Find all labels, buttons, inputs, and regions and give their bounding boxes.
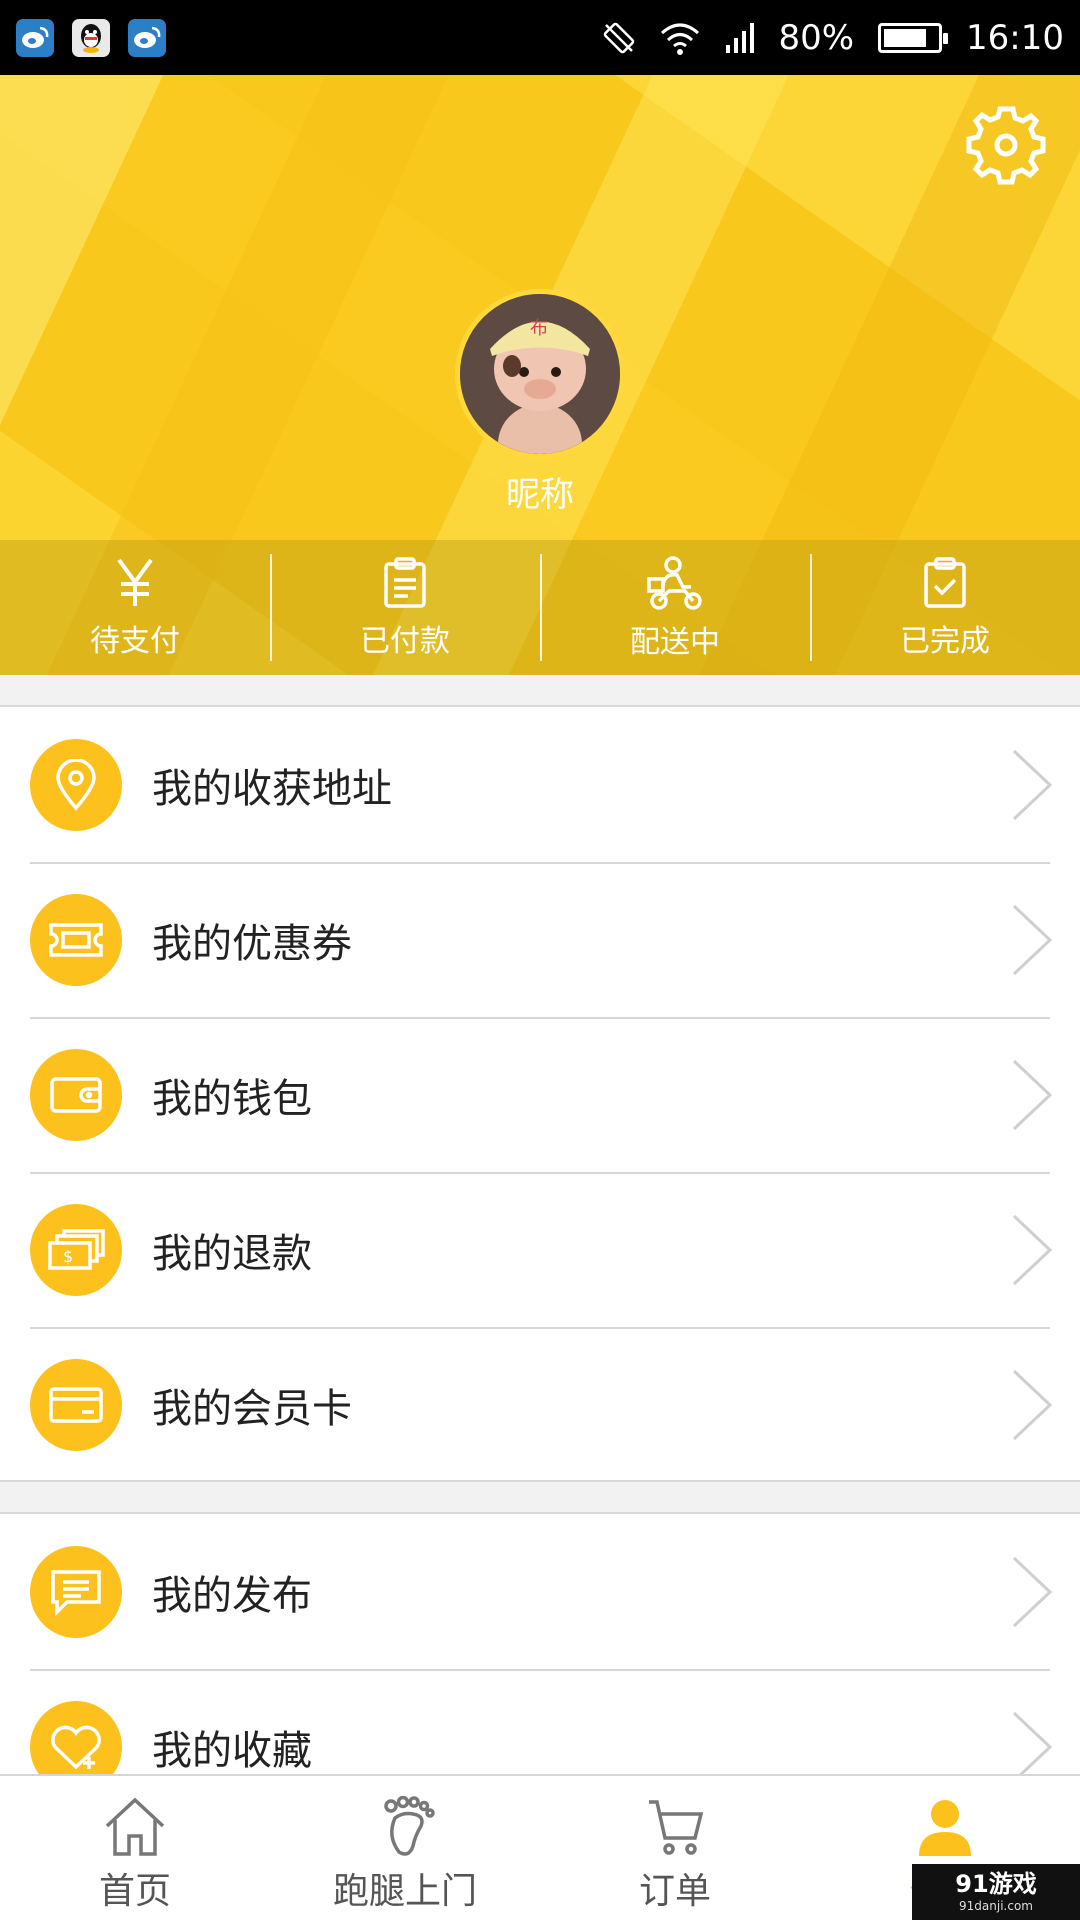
profile-screen: 80% 16:10 布 昵称 待支付 已付款 配送中 已完成 我的收获地址 我的… bbox=[0, 0, 1080, 1920]
weibo-icon bbox=[128, 18, 166, 57]
order-status-pending-payment[interactable]: 待支付 bbox=[0, 540, 270, 675]
menu-item-label: 我的收获地址 bbox=[152, 765, 392, 812]
yen-icon bbox=[117, 558, 153, 606]
rotate-icon bbox=[604, 22, 635, 53]
cart-icon bbox=[649, 1800, 704, 1855]
message-icon bbox=[30, 1545, 122, 1638]
weibo-icon bbox=[16, 18, 54, 57]
notification-area bbox=[16, 18, 166, 57]
svg-text:布: 布 bbox=[530, 318, 548, 339]
card-icon bbox=[30, 1358, 122, 1451]
wallet-icon bbox=[30, 1048, 122, 1141]
nav-label: 首页 bbox=[98, 1871, 171, 1912]
battery-icon bbox=[878, 22, 949, 53]
menu-item-label: 我的收藏 bbox=[152, 1727, 312, 1774]
menu-item-label: 我的优惠券 bbox=[152, 920, 352, 967]
location-pin-icon bbox=[30, 738, 122, 831]
order-status-label: 待支付 bbox=[90, 623, 180, 659]
menu-item-label: 我的发布 bbox=[152, 1572, 312, 1619]
menu-item-label: 我的退款 bbox=[152, 1230, 312, 1277]
menu-item-member-card[interactable]: 我的会员卡 bbox=[0, 1327, 1080, 1482]
nav-label: 订单 bbox=[638, 1871, 711, 1912]
footprint-icon bbox=[384, 1796, 435, 1856]
nickname[interactable]: 昵称 bbox=[0, 467, 1080, 516]
person-icon bbox=[919, 1800, 971, 1856]
battery-fill bbox=[884, 28, 926, 47]
signal-icon bbox=[726, 22, 755, 53]
menu-item-wallet[interactable]: 我的钱包 bbox=[0, 1017, 1080, 1172]
home-icon bbox=[105, 1797, 165, 1856]
chevron-right-icon bbox=[1012, 1214, 1053, 1285]
order-status-bar: 待支付 已付款 配送中 已完成 bbox=[0, 540, 1080, 675]
order-status-paid[interactable]: 已付款 bbox=[270, 540, 540, 675]
clipboard-icon bbox=[384, 556, 426, 608]
avatar[interactable]: 布 bbox=[455, 289, 625, 459]
order-status-label: 配送中 bbox=[630, 624, 720, 660]
watermark: 91游戏 91danji.com bbox=[912, 1864, 1080, 1920]
money-stack-icon: $ bbox=[30, 1203, 122, 1296]
chevron-right-icon bbox=[1012, 1369, 1053, 1440]
menu-item-refunds[interactable]: $ 我的退款 bbox=[0, 1172, 1080, 1327]
gear-icon[interactable] bbox=[964, 103, 1048, 187]
clock: 16:10 bbox=[966, 17, 1064, 58]
nav-home[interactable]: 首页 bbox=[0, 1776, 270, 1920]
nav-errand[interactable]: 跑腿上门 bbox=[270, 1776, 540, 1920]
order-status-completed[interactable]: 已完成 bbox=[810, 540, 1080, 675]
menu-item-address[interactable]: 我的收获地址 bbox=[0, 707, 1080, 862]
delivery-rider-icon bbox=[647, 555, 702, 610]
nav-orders[interactable]: 订单 bbox=[540, 1776, 810, 1920]
battery-percent: 80% bbox=[778, 17, 855, 58]
svg-text:$: $ bbox=[63, 1247, 73, 1266]
avatar-image: 布 bbox=[460, 294, 620, 454]
chevron-right-icon bbox=[1012, 904, 1053, 975]
order-status-delivering[interactable]: 配送中 bbox=[540, 540, 810, 675]
watermark-text: 91游戏 bbox=[955, 1870, 1037, 1898]
chevron-right-icon bbox=[1012, 1059, 1053, 1130]
menu-section-account: 我的收获地址 我的优惠券 我的钱包 $ 我的退款 我的会员卡 bbox=[0, 705, 1080, 1482]
order-status-label: 已完成 bbox=[900, 623, 990, 659]
status-indicators: 80% 16:10 bbox=[602, 18, 1064, 58]
wifi-icon bbox=[661, 23, 700, 55]
profile-header: 布 昵称 待支付 已付款 配送中 已完成 bbox=[0, 75, 1080, 675]
watermark-url: 91danji.com bbox=[959, 1899, 1033, 1913]
menu-item-label: 我的钱包 bbox=[152, 1075, 312, 1122]
nav-label: 跑腿上门 bbox=[332, 1871, 477, 1912]
status-bar: 80% 16:10 bbox=[0, 0, 1080, 75]
menu-item-coupons[interactable]: 我的优惠券 bbox=[0, 862, 1080, 1017]
qq-icon bbox=[72, 18, 110, 57]
menu-item-my-posts[interactable]: 我的发布 bbox=[0, 1514, 1080, 1669]
menu-item-label: 我的会员卡 bbox=[152, 1385, 352, 1432]
chevron-right-icon bbox=[1012, 749, 1053, 820]
coupon-icon bbox=[30, 893, 122, 986]
order-status-label: 已付款 bbox=[360, 623, 450, 659]
clipboard-check-icon bbox=[924, 556, 966, 608]
chevron-right-icon bbox=[1012, 1556, 1053, 1627]
